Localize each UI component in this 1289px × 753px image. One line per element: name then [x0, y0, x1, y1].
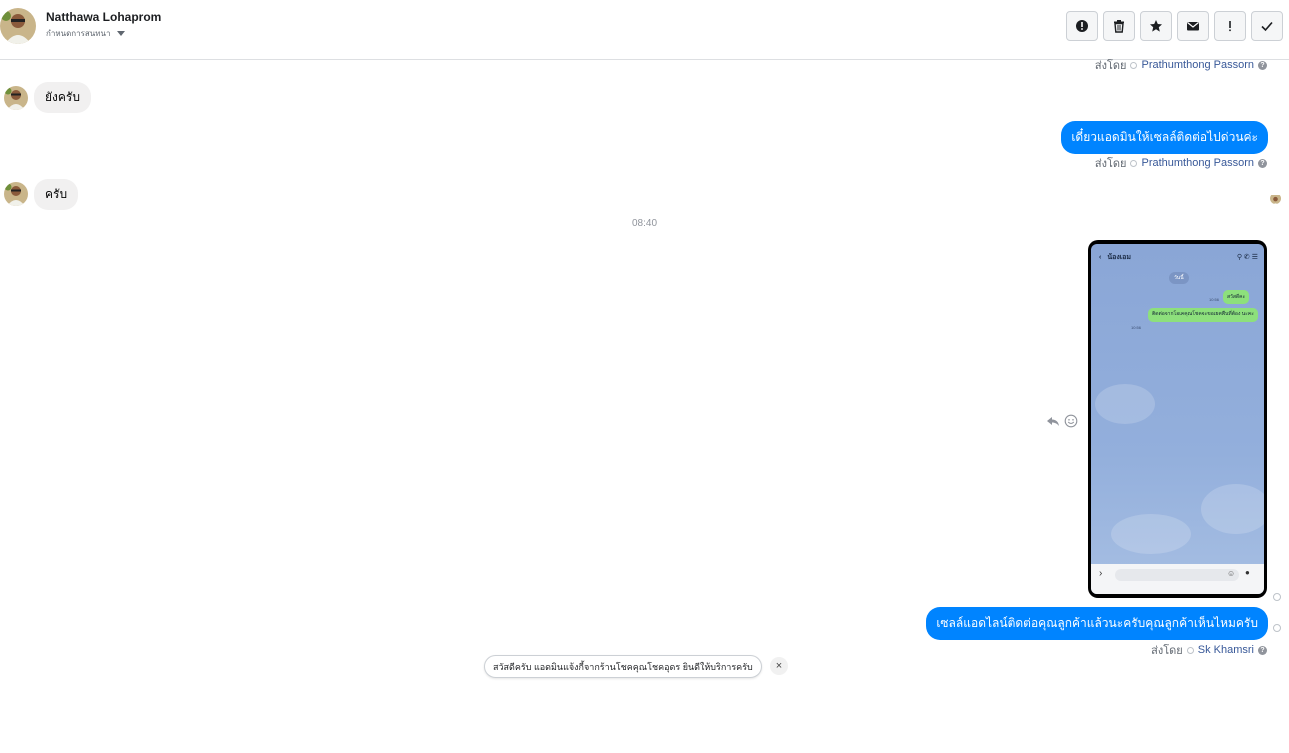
conversation-label: กำหนดการสนทนา	[46, 29, 111, 38]
emoji-icon: ☺	[1227, 569, 1236, 578]
sent-by-label: ส่งโดย Prathumthong Passorn ?	[1095, 56, 1267, 74]
help-icon[interactable]: ?	[1258, 158, 1267, 168]
mic-icon: ●	[1245, 568, 1250, 577]
caret-down-icon	[116, 31, 125, 36]
back-chevron-icon: ‹	[1099, 253, 1102, 261]
phone-chat-header: ‹ น้องเอม ⚲ ✆ ☰	[1099, 250, 1258, 264]
message-timestamp: 08:40	[631, 218, 658, 229]
header-toolbar	[1066, 11, 1283, 41]
sent-by-prefix: ส่งโดย	[1094, 158, 1127, 170]
background-cloud	[1111, 514, 1191, 554]
mail-icon	[1187, 22, 1199, 31]
contact-name[interactable]: Natthawa Lohaprom	[46, 10, 161, 24]
sender-status-icon	[1130, 61, 1138, 69]
mark-unread-button[interactable]	[1177, 11, 1209, 41]
attachment-screenshot: ‹ น้องเอม ⚲ ✆ ☰ วันนี้ 10:56 สวัสดีคะ 10…	[1091, 244, 1264, 594]
contact-avatar-small[interactable]	[4, 86, 28, 110]
seen-indicator-icon	[1273, 593, 1281, 601]
sender-status-icon	[1130, 159, 1138, 167]
image-attachment[interactable]: ‹ น้องเอม ⚲ ✆ ☰ วันนี้ 10:56 สวัสดีคะ 10…	[1088, 240, 1267, 598]
incoming-message[interactable]: ยังครับ	[34, 82, 91, 113]
sent-by-label: ส่งโดย Sk Khamsri ?	[1151, 641, 1267, 659]
conversation-header: Natthawa Lohaprom กำหนดการสนทนา	[0, 0, 1289, 60]
phone-header-icons: ⚲ ✆ ☰	[1236, 254, 1258, 261]
trash-icon	[1114, 20, 1124, 33]
phone-input-bar: › ☺ ●	[1091, 564, 1264, 594]
reply-icon[interactable]	[1046, 414, 1060, 428]
close-suggestion-button[interactable]: ×	[770, 657, 788, 675]
help-icon[interactable]: ?	[1258, 645, 1267, 655]
help-icon[interactable]: ?	[1258, 60, 1267, 70]
sender-name[interactable]: Prathumthong Passorn	[1141, 157, 1254, 169]
check-icon	[1261, 21, 1273, 32]
sent-by-label: ส่งโดย Prathumthong Passorn ?	[1095, 154, 1267, 172]
mark-done-button[interactable]	[1251, 11, 1283, 41]
sender-name[interactable]: Sk Khamsri	[1198, 644, 1254, 656]
phone-message: สวัสดีคะ	[1223, 290, 1250, 304]
phone-time: 10:56	[1131, 325, 1142, 330]
expand-chevron-icon: ›	[1099, 568, 1103, 579]
phone-date-chip: วันนี้	[1169, 272, 1189, 284]
spam-button[interactable]	[1066, 11, 1098, 41]
message-actions	[1046, 414, 1078, 428]
sender-status-icon	[1186, 646, 1194, 654]
phone-input-field	[1115, 569, 1239, 581]
seen-indicator-icon	[1273, 624, 1281, 632]
outgoing-message[interactable]: เซลล์แอดไลน์ติดต่อคุณลูกค้าแล้วนะครับคุณ…	[926, 607, 1268, 640]
background-cloud	[1095, 384, 1155, 424]
alert-circle-icon	[1076, 20, 1088, 32]
saved-reply-suggestion[interactable]: สวัสดีครับ แอดมินแจ้งกี้จากร้านโชคคุณโชค…	[484, 655, 762, 678]
exclamation-icon	[1229, 21, 1231, 32]
background-cloud	[1201, 484, 1264, 534]
important-button[interactable]	[1214, 11, 1246, 41]
conversation-label-dropdown[interactable]: กำหนดการสนทนา	[46, 27, 125, 40]
contact-avatar[interactable]	[0, 8, 36, 44]
delete-button[interactable]	[1103, 11, 1135, 41]
star-button[interactable]	[1140, 11, 1172, 41]
sender-name[interactable]: Prathumthong Passorn	[1141, 59, 1254, 71]
star-icon	[1150, 20, 1162, 32]
sent-by-prefix: ส่งโดย	[1151, 645, 1183, 657]
phone-time: 10:56	[1209, 297, 1220, 302]
contact-avatar-small[interactable]	[4, 182, 28, 206]
phone-chat-title: น้องเอม	[1107, 253, 1131, 261]
react-emoji-icon[interactable]	[1064, 414, 1078, 428]
read-receipt-avatar	[1270, 193, 1281, 204]
outgoing-message[interactable]: เดี๋ยวแอดมินให้เซลล์ติดต่อไปด่วนค่ะ	[1061, 121, 1268, 154]
phone-message: ติดต่อจากโอเคคุณโชคจะขอเยคพืนที่ต้อง นะค…	[1148, 308, 1258, 322]
incoming-message[interactable]: ครับ	[34, 179, 79, 210]
sent-by-prefix: ส่งโดย	[1094, 60, 1127, 72]
